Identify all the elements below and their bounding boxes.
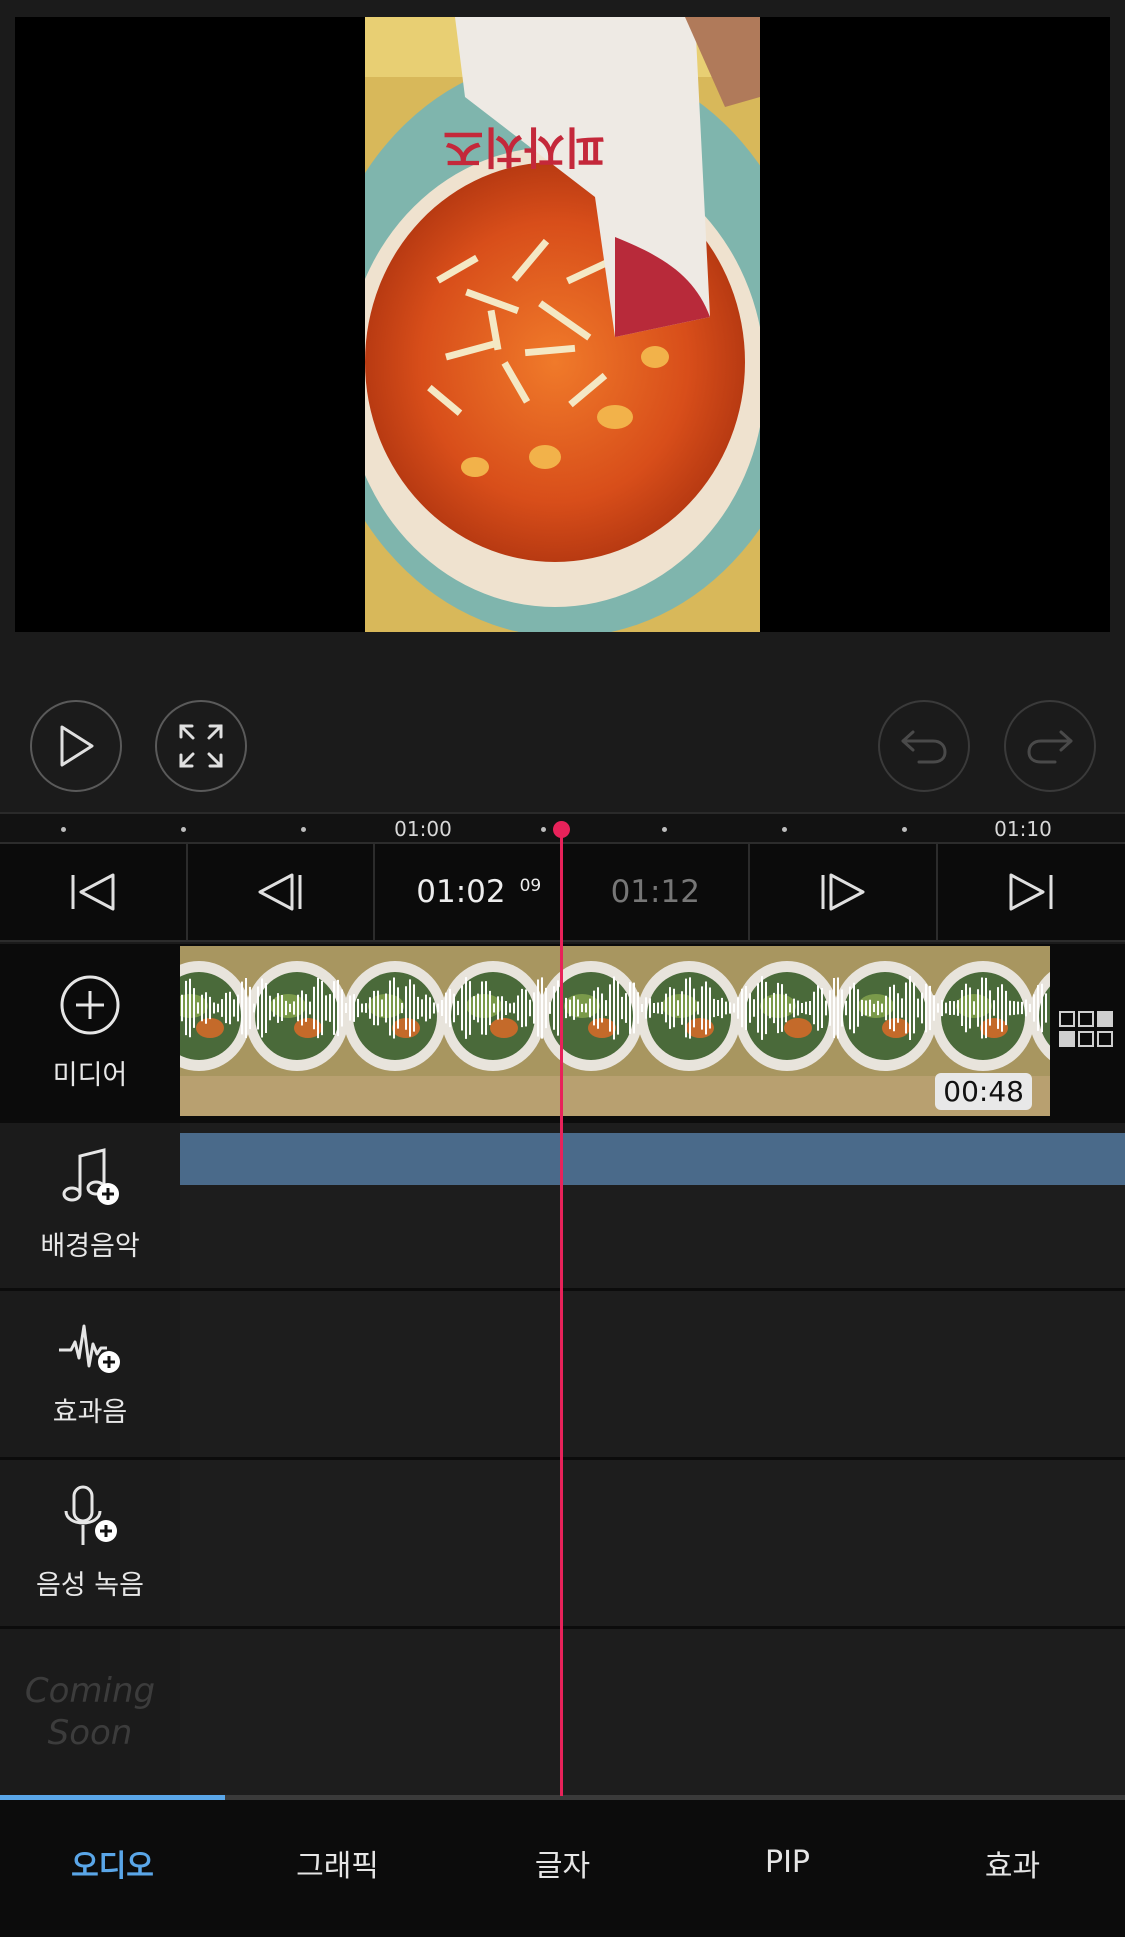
playhead[interactable] xyxy=(560,828,563,1796)
music-add-icon xyxy=(62,1148,119,1205)
playhead-handle[interactable] xyxy=(553,821,570,838)
current-time: 01:02 xyxy=(416,874,506,910)
jump-to-start-button[interactable] xyxy=(0,844,188,940)
svg-text:피자치즈: 피자치즈 xyxy=(443,121,605,172)
tab-pip[interactable]: PIP xyxy=(675,1845,900,1892)
tab-graphics[interactable]: 그래픽 xyxy=(225,1841,450,1897)
sfx-label: 효과음 xyxy=(52,1396,128,1428)
tab-text[interactable]: 글자 xyxy=(450,1841,675,1897)
add-voice-recording-button[interactable]: 음성 녹음 xyxy=(0,1460,180,1626)
next-frame-button[interactable] xyxy=(750,844,938,940)
play-button[interactable] xyxy=(30,700,122,792)
previous-frame-button[interactable] xyxy=(188,844,375,940)
bottom-tab-bar: 오디오 그래픽 글자 PIP 효과 xyxy=(0,1800,1125,1937)
voice-track-area[interactable] xyxy=(180,1460,1125,1626)
clip-grid-button[interactable] xyxy=(1058,1010,1116,1054)
step-forward-icon xyxy=(821,873,865,911)
ruler-tick xyxy=(782,827,787,832)
end-time: 01:12 xyxy=(610,874,700,910)
ruler-label: 01:10 xyxy=(994,817,1052,841)
add-media-button[interactable]: 미디어 xyxy=(0,944,180,1120)
tab-effects[interactable]: 효과 xyxy=(900,1841,1125,1897)
redo-icon xyxy=(1027,730,1073,764)
voice-label: 음성 녹음 xyxy=(36,1569,144,1601)
step-back-icon xyxy=(258,873,302,911)
bgm-track-area[interactable] xyxy=(180,1123,1125,1288)
coming-soon-track-area xyxy=(180,1629,1125,1795)
sfx-track-area[interactable] xyxy=(180,1291,1125,1457)
jump-to-end-button[interactable] xyxy=(938,844,1125,940)
microphone-add-icon xyxy=(64,1485,117,1545)
media-label: 미디어 xyxy=(52,1059,128,1091)
video-preview-frame[interactable]: 피자치즈 xyxy=(365,17,760,632)
current-frame: 09 xyxy=(519,876,542,896)
coming-soon-label: Coming Soon xyxy=(24,1671,156,1753)
fullscreen-button[interactable] xyxy=(155,700,247,792)
bgm-clip[interactable] xyxy=(180,1133,1125,1185)
play-icon xyxy=(60,725,94,767)
fullscreen-icon xyxy=(179,724,223,768)
sound-effect-add-icon xyxy=(59,1324,120,1373)
ruler-tick xyxy=(61,827,66,832)
add-sfx-button[interactable]: 효과음 xyxy=(0,1291,180,1457)
skip-start-icon xyxy=(71,873,115,911)
ruler-tick xyxy=(301,827,306,832)
undo-icon xyxy=(901,730,947,764)
video-clip[interactable]: 00:48 xyxy=(180,946,1050,1116)
skip-end-icon xyxy=(1009,873,1053,911)
current-time-display: 01:02 09 xyxy=(375,844,563,940)
add-circle-icon xyxy=(60,975,120,1034)
grid-icon xyxy=(1059,1011,1113,1047)
ruler-tick xyxy=(662,827,667,832)
clip-duration: 00:48 xyxy=(935,1073,1032,1110)
end-time-display: 01:12 xyxy=(563,844,750,940)
bgm-label: 배경음악 xyxy=(40,1231,140,1262)
clip-thumbnails xyxy=(180,946,1050,1116)
add-bgm-button[interactable]: 배경음악 xyxy=(0,1123,180,1288)
ruler-tick xyxy=(902,827,907,832)
redo-button[interactable] xyxy=(1004,700,1096,792)
ruler-tick xyxy=(541,827,546,832)
tab-audio[interactable]: 오디오 xyxy=(0,1841,225,1897)
video-editor: 피자치즈 01:00 01:10 01:02 09 01:12 미디어 00:4… xyxy=(0,0,1125,1937)
ruler-label: 01:00 xyxy=(394,817,452,841)
undo-button[interactable] xyxy=(878,700,970,792)
ruler-tick xyxy=(181,827,186,832)
